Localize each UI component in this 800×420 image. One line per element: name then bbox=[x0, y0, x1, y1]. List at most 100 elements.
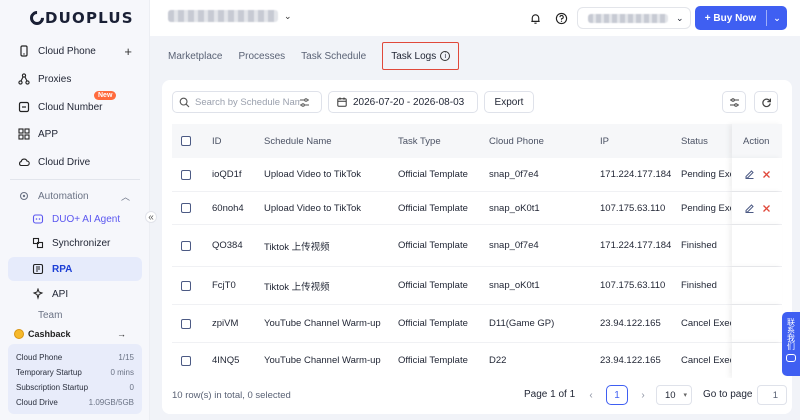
date-range-picker[interactable]: 2026-07-20 - 2026-08-03 bbox=[328, 91, 478, 113]
coin-icon bbox=[14, 329, 24, 339]
cell-ip: 107.175.63.110 bbox=[600, 280, 666, 291]
sidebar: DUOPLUS Cloud Phone + Proxies Cloud Numb… bbox=[0, 0, 150, 420]
cell-id: 4INQ5 bbox=[212, 355, 240, 366]
table-row[interactable]: 60noh4 Upload Video to TikTok Official Tem… bbox=[172, 192, 782, 225]
cell-cloud-phone: snap_0f7e4 bbox=[489, 240, 539, 251]
cell-cloud-phone: snap_oK0t1 bbox=[489, 202, 540, 214]
tab-bar: Marketplace Processes Task Schedule Task… bbox=[168, 40, 475, 72]
account-menu[interactable]: ⌄ bbox=[577, 7, 691, 29]
cell-cloud-phone: snap_0f7e4 bbox=[489, 169, 539, 180]
edit-icon[interactable] bbox=[744, 203, 755, 214]
cell-schedule-name: Tiktok 上传视频 bbox=[264, 241, 330, 253]
sidebar-item-api[interactable]: API bbox=[8, 282, 142, 306]
table-header: ID Schedule Name Task Type Cloud Phone I… bbox=[172, 124, 782, 158]
row-checkbox[interactable] bbox=[181, 355, 191, 366]
sidebar-item-cloud-number[interactable]: Cloud Number New bbox=[8, 91, 142, 119]
cell-status: Finished bbox=[681, 280, 717, 291]
column-header-ip[interactable]: IP bbox=[600, 136, 609, 147]
add-cloud-phone-icon[interactable]: + bbox=[124, 44, 132, 59]
page-size-select[interactable]: 10 ▾ bbox=[656, 385, 692, 405]
column-header-cloud-phone[interactable]: Cloud Phone bbox=[489, 136, 544, 147]
page-1-button[interactable]: 1 bbox=[606, 385, 628, 405]
help-icon[interactable] bbox=[551, 8, 571, 28]
chevron-down-icon[interactable]: ⌄ bbox=[767, 13, 787, 24]
table-row[interactable]: ioQD1f Upload Video to TikTok Official Tem… bbox=[172, 158, 782, 192]
table-row[interactable]: FcjT0 Tiktok 上传视频 Official Template snap_oK… bbox=[172, 267, 782, 305]
cell-cloud-phone: D22 bbox=[489, 355, 507, 366]
tab-processes[interactable]: Processes bbox=[238, 42, 285, 70]
tab-task-schedule[interactable]: Task Schedule bbox=[301, 42, 366, 70]
sidebar-item-app[interactable]: APP bbox=[8, 122, 142, 146]
column-header-action: Action bbox=[743, 135, 770, 147]
select-all-checkbox[interactable] bbox=[181, 136, 191, 146]
search-input[interactable] bbox=[195, 96, 300, 108]
account-name-redacted bbox=[588, 13, 668, 23]
tab-marketplace[interactable]: Marketplace bbox=[168, 42, 222, 70]
collapse-sidebar-button[interactable]: « bbox=[145, 211, 157, 223]
task-logs-panel: 2026-07-20 - 2026-08-03 Export ID Schedu… bbox=[162, 80, 792, 414]
cell-ip: 107.175.63.110 bbox=[600, 202, 666, 214]
buy-now-button[interactable]: + Buy Now ⌄ bbox=[695, 6, 787, 30]
goto-page-input[interactable]: 1 bbox=[757, 385, 787, 405]
row-checkbox[interactable] bbox=[181, 318, 191, 329]
column-header-id[interactable]: ID bbox=[212, 136, 222, 147]
table-row[interactable]: QO384 Tiktok 上传视频 Official Template snap_0f… bbox=[172, 225, 782, 267]
cell-cloud-phone: snap_oK0t1 bbox=[489, 280, 540, 291]
sidebar-item-ai-agent[interactable]: DUO+ AI Agent bbox=[8, 207, 142, 231]
sidebar-item-synchronizer[interactable]: Synchronizer bbox=[8, 231, 142, 255]
chevron-down-icon: ▾ bbox=[683, 392, 687, 399]
search-box[interactable] bbox=[172, 91, 322, 113]
cell-task-type: Official Template bbox=[398, 202, 468, 214]
usage-summary: Cloud Phone 1/15 Temporary Startup 0 mins … bbox=[8, 344, 142, 414]
export-button[interactable]: Export bbox=[484, 91, 534, 113]
cell-task-type: Official Template bbox=[398, 169, 468, 180]
row-checkbox[interactable] bbox=[181, 169, 191, 180]
brand-logo[interactable]: DUOPLUS bbox=[27, 8, 134, 28]
column-header-task-type[interactable]: Task Type bbox=[398, 136, 441, 147]
sidebar-divider bbox=[10, 179, 140, 180]
sidebar-section-team[interactable]: Team bbox=[8, 310, 142, 322]
sidebar-item-rpa[interactable]: RPA bbox=[8, 257, 142, 281]
edit-icon[interactable] bbox=[744, 169, 755, 180]
workspace-selector[interactable]: ⌄ bbox=[168, 10, 292, 22]
main-content: Marketplace Processes Task Schedule Task… bbox=[150, 36, 800, 420]
apps-icon bbox=[18, 128, 30, 140]
row-checkbox[interactable] bbox=[181, 240, 191, 251]
sidebar-item-cloud-drive[interactable]: Cloud Drive bbox=[8, 150, 142, 174]
sidebar-item-proxies[interactable]: Proxies bbox=[8, 67, 142, 91]
refresh-icon[interactable] bbox=[754, 91, 778, 113]
notification-bell-icon[interactable] bbox=[525, 8, 545, 28]
column-header-status[interactable]: Status bbox=[681, 136, 708, 147]
api-icon bbox=[32, 288, 44, 300]
column-header-schedule-name[interactable]: Schedule Name bbox=[264, 136, 332, 147]
calendar-icon bbox=[337, 97, 347, 107]
number-icon bbox=[18, 101, 30, 113]
cell-status: Pending Exe bbox=[681, 169, 731, 180]
delete-icon[interactable] bbox=[761, 203, 772, 214]
row-checkbox[interactable] bbox=[181, 203, 191, 213]
usage-row: Cloud Drive 1.09GB/5GB bbox=[16, 398, 134, 407]
synchronizer-icon bbox=[32, 237, 44, 249]
cell-ip: 171.224.177.184 bbox=[600, 169, 672, 180]
phone-icon bbox=[18, 45, 30, 57]
sidebar-item-cloud-phone[interactable]: Cloud Phone + bbox=[8, 39, 142, 63]
cell-cloud-phone: D11(Game GP) bbox=[489, 318, 555, 329]
cell-status: Cancel Exec bbox=[681, 355, 731, 366]
table-row[interactable]: 4INQ5 YouTube Channel Warm-up Official Tem… bbox=[172, 343, 782, 379]
table-row[interactable]: zpiVM YouTube Channel Warm-up Official Tem… bbox=[172, 305, 782, 343]
cell-status: Finished bbox=[681, 240, 717, 251]
next-page-icon[interactable]: › bbox=[632, 385, 654, 405]
prev-page-icon[interactable]: ‹ bbox=[580, 385, 602, 405]
contact-us-button[interactable]: 联系我们 bbox=[782, 312, 800, 376]
row-checkbox[interactable] bbox=[181, 280, 191, 291]
filter-settings-icon[interactable] bbox=[299, 97, 310, 108]
workspace-name-redacted bbox=[168, 10, 278, 22]
row-actions bbox=[744, 203, 778, 214]
arrow-right-icon: → bbox=[117, 329, 126, 339]
team-icon bbox=[18, 310, 30, 322]
tab-task-logs[interactable]: Task Logs i bbox=[382, 42, 460, 70]
sidebar-section-automation[interactable]: Automation ︿ bbox=[8, 184, 142, 208]
delete-icon[interactable] bbox=[761, 169, 772, 180]
cashback-link[interactable]: Cashback → bbox=[14, 326, 136, 342]
column-settings-icon[interactable] bbox=[722, 91, 746, 113]
